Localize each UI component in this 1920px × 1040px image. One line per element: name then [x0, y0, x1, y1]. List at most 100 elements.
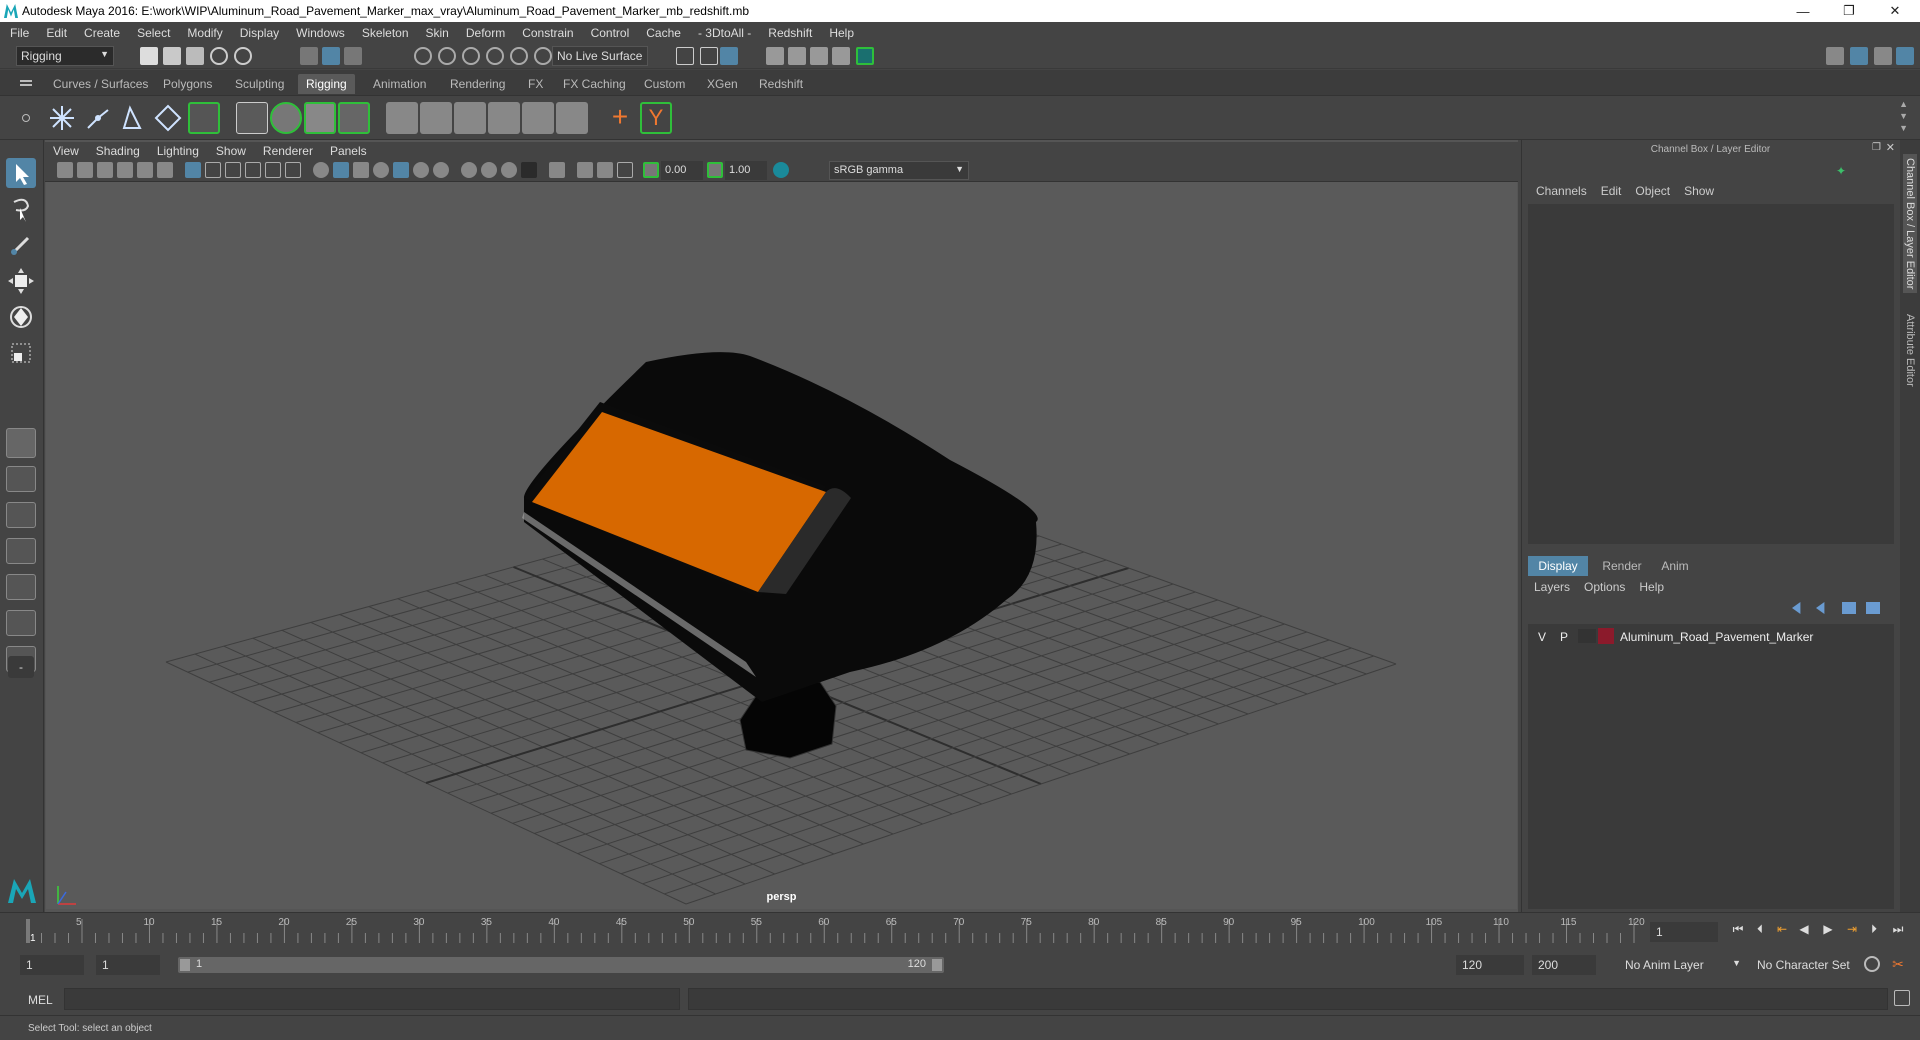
layout-four-icon[interactable]	[6, 466, 36, 492]
layer-type-toggle[interactable]	[1578, 629, 1596, 643]
vp-menu-lighting[interactable]: Lighting	[157, 144, 199, 158]
menu-select[interactable]: Select	[137, 26, 170, 40]
layout-persp-graph-icon[interactable]	[6, 574, 36, 600]
modeling-toolkit-icon[interactable]	[1826, 47, 1844, 65]
blend-shape-icon[interactable]	[522, 102, 554, 134]
command-input[interactable]	[64, 988, 680, 1010]
scale-tool-icon[interactable]	[6, 338, 36, 368]
redo-icon[interactable]	[234, 47, 252, 65]
menu-redshift[interactable]: Redshift	[768, 26, 812, 40]
channel-box-area[interactable]	[1528, 204, 1894, 544]
side-tab-attribute-editor[interactable]: Attribute Editor	[1903, 310, 1917, 391]
script-editor-icon[interactable]	[1894, 990, 1910, 1006]
step-back-icon[interactable]: ⏴	[1752, 921, 1768, 937]
current-frame-field[interactable]: 1	[1650, 922, 1718, 942]
menu-3dtoall[interactable]: - 3DtoAll -	[698, 26, 751, 40]
interactive-bind-icon[interactable]	[304, 102, 336, 134]
vp-menu-shading[interactable]: Shading	[96, 144, 140, 158]
construction-history-icon[interactable]	[700, 47, 718, 65]
layer-name[interactable]: Aluminum_Road_Pavement_Marker	[1620, 630, 1813, 644]
menu-skin[interactable]: Skin	[426, 26, 449, 40]
menu-edit[interactable]: Edit	[46, 26, 67, 40]
menu-cache[interactable]: Cache	[646, 26, 681, 40]
live-surface-field[interactable]: No Live Surface	[552, 46, 648, 66]
menu-deform[interactable]: Deform	[466, 26, 505, 40]
field-chart-icon[interactable]	[265, 162, 281, 178]
vp-menu-view[interactable]: View	[53, 144, 79, 158]
play-forward-icon[interactable]: ▶	[1820, 921, 1836, 937]
select-components-icon[interactable]	[344, 47, 362, 65]
grid-icon[interactable]	[185, 162, 201, 178]
custom-layout-icon[interactable]: -	[8, 656, 34, 678]
snap-curve-icon[interactable]	[438, 47, 456, 65]
layout-two-stack-icon[interactable]	[6, 538, 36, 564]
wireframe-on-shaded-icon[interactable]	[353, 162, 369, 178]
play-backward-icon[interactable]: ◀	[1796, 921, 1812, 937]
layer-visibility-toggle[interactable]: V	[1538, 630, 1546, 644]
cb-menu-show[interactable]: Show	[1684, 184, 1714, 198]
snap-edge-icon[interactable]	[534, 47, 552, 65]
anim-layer-dropdown[interactable]: No Anim Layer ▼	[1620, 955, 1744, 975]
layout-persp-outliner-icon[interactable]	[6, 610, 36, 636]
textured-icon[interactable]	[393, 162, 409, 178]
step-forward-key-icon[interactable]: ⇥	[1844, 921, 1860, 937]
undo-icon[interactable]	[210, 47, 228, 65]
step-forward-icon[interactable]: ⏵	[1866, 921, 1882, 937]
manipulator-icon[interactable]: ✦	[1836, 164, 1850, 178]
smooth-shade-icon[interactable]	[333, 162, 349, 178]
current-time-indicator[interactable]	[26, 919, 30, 943]
joint-tool-icon[interactable]	[46, 102, 78, 134]
paint-weights-icon[interactable]	[338, 102, 370, 134]
hypershade-icon[interactable]	[856, 47, 874, 65]
scene-canvas[interactable]	[46, 182, 1517, 909]
tab-anim[interactable]: Anim	[1650, 556, 1700, 576]
shelf-options-icon[interactable]	[22, 114, 30, 122]
wrap-icon[interactable]	[488, 102, 520, 134]
xray-joints-icon[interactable]	[577, 162, 593, 178]
snap-view-icon[interactable]	[486, 47, 504, 65]
menu-display[interactable]: Display	[240, 26, 279, 40]
exposure-icon[interactable]	[643, 162, 659, 178]
lasso-tool-icon[interactable]	[6, 194, 36, 224]
close-button[interactable]: ✕	[1872, 0, 1918, 22]
animation-start-field[interactable]: 1	[20, 955, 84, 975]
tab-polygons[interactable]: Polygons	[155, 74, 220, 94]
tab-xgen[interactable]: XGen	[699, 74, 746, 94]
locator-icon[interactable]	[386, 102, 418, 134]
ipr-render-icon[interactable]	[810, 47, 828, 65]
animation-end-field[interactable]: 200	[1532, 955, 1596, 975]
xray-icon[interactable]	[373, 162, 389, 178]
lattice-icon[interactable]	[454, 102, 486, 134]
hik-character-icon[interactable]	[188, 102, 220, 134]
image-plane-icon[interactable]	[117, 162, 133, 178]
color-space-dropdown[interactable]: sRGB gamma ▼	[829, 161, 969, 180]
tool-settings-icon[interactable]	[1874, 47, 1892, 65]
range-end-handle[interactable]	[932, 959, 942, 971]
camera-select-icon[interactable]	[57, 162, 73, 178]
render-settings-icon[interactable]	[832, 47, 850, 65]
tab-rigging[interactable]: Rigging	[298, 74, 355, 94]
playback-start-field[interactable]: 1	[96, 955, 160, 975]
select-tool-icon[interactable]	[6, 158, 36, 188]
float-panel-icon[interactable]: ❐	[1872, 142, 1881, 153]
le-menu-help[interactable]: Help	[1639, 580, 1664, 594]
bookmark-icon[interactable]	[97, 162, 113, 178]
goto-start-icon[interactable]: ⏮	[1730, 921, 1746, 937]
render-frame-icon[interactable]	[788, 47, 806, 65]
animation-prefs-icon[interactable]: ✂	[1890, 956, 1906, 972]
playback-end-field[interactable]: 120	[1456, 955, 1524, 975]
render-view-icon[interactable]	[766, 47, 784, 65]
mode-dropdown[interactable]: Rigging ▼	[16, 46, 114, 66]
tab-display[interactable]: Display	[1528, 556, 1588, 576]
vp-menu-renderer[interactable]: Renderer	[263, 144, 313, 158]
rotate-tool-icon[interactable]	[6, 302, 36, 332]
step-back-key-icon[interactable]: ⇤	[1774, 921, 1790, 937]
tab-fx-caching[interactable]: FX Caching	[555, 74, 634, 94]
aim-constraint-icon[interactable]: Y	[640, 102, 672, 134]
vp-menu-panels[interactable]: Panels	[330, 144, 367, 158]
tab-animation[interactable]: Animation	[365, 74, 434, 94]
snap-grid-icon[interactable]	[414, 47, 432, 65]
cb-menu-channels[interactable]: Channels	[1536, 184, 1587, 198]
paint-select-icon[interactable]	[6, 230, 36, 260]
layer-row[interactable]: V P Aluminum_Road_Pavement_Marker	[1528, 626, 1894, 646]
